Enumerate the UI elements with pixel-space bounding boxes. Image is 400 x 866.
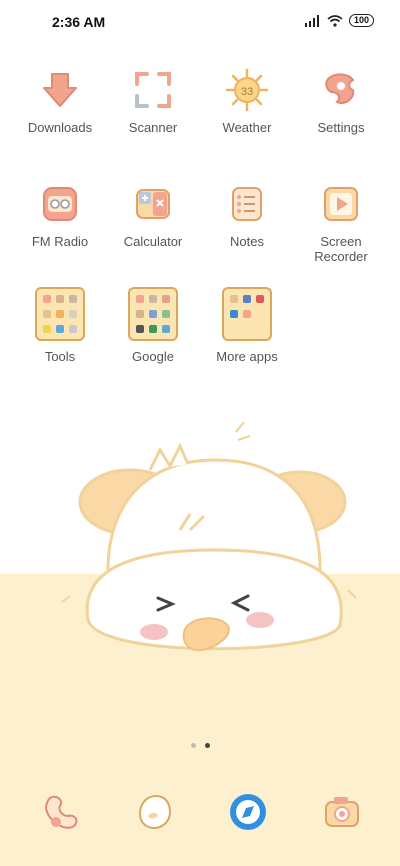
folder-icon — [35, 287, 85, 341]
app-notes[interactable]: Notes — [202, 182, 292, 249]
phone-icon[interactable] — [42, 792, 82, 832]
app-label: Calculator — [123, 234, 183, 249]
app-label: Scanner — [128, 120, 178, 135]
settings-icon — [325, 73, 355, 104]
folder-google[interactable]: Google — [108, 287, 198, 364]
folder-tools[interactable]: Tools — [15, 287, 105, 364]
messages-icon[interactable] — [134, 792, 174, 832]
page-dot-active[interactable] — [204, 743, 210, 748]
folder-label: Tools — [44, 349, 76, 364]
download-arrow-icon — [43, 73, 77, 107]
app-label: Settings — [317, 120, 365, 135]
dock — [0, 792, 400, 832]
scanner-frame-icon — [135, 72, 171, 108]
signal-icon — [304, 14, 319, 27]
folder-icon — [128, 287, 178, 341]
app-downloads[interactable]: Downloads — [15, 68, 105, 135]
notes-icon — [232, 187, 262, 221]
page-indicator — [0, 743, 400, 748]
app-label: Screen Recorder — [314, 234, 368, 264]
folder-label: Google — [132, 349, 174, 364]
radio-icon — [43, 187, 77, 221]
camera-icon[interactable] — [322, 792, 362, 832]
app-weather[interactable]: 33 Weather — [202, 68, 292, 135]
wallpaper-duck-illustration — [61, 421, 357, 652]
app-label: Weather — [222, 120, 272, 135]
page-dot[interactable] — [190, 743, 196, 748]
screen-recorder-icon — [324, 187, 358, 221]
status-time: 2:36 AM — [52, 14, 106, 30]
app-calculator[interactable]: Calculator — [108, 182, 198, 249]
folder-more-apps[interactable]: More apps — [202, 287, 292, 364]
app-label: Downloads — [27, 120, 93, 135]
app-label: Notes — [230, 234, 264, 249]
wifi-icon — [327, 14, 343, 27]
weather-temperature: 33 — [241, 86, 253, 98]
app-fm-radio[interactable]: FM Radio — [15, 182, 105, 249]
app-screen-recorder[interactable]: Screen Recorder — [296, 182, 386, 264]
status-bar: 2:36 AM 100 — [0, 0, 400, 44]
sun-icon: 33 — [225, 68, 269, 112]
app-scanner[interactable]: Scanner — [108, 68, 198, 135]
app-settings[interactable]: Settings — [296, 68, 386, 135]
battery-indicator: 100 — [348, 14, 374, 27]
folder-icon — [222, 287, 272, 341]
browser-icon[interactable] — [228, 792, 268, 832]
folder-label: More apps — [216, 349, 278, 364]
app-label: FM Radio — [31, 234, 89, 249]
calculator-icon — [136, 189, 170, 219]
